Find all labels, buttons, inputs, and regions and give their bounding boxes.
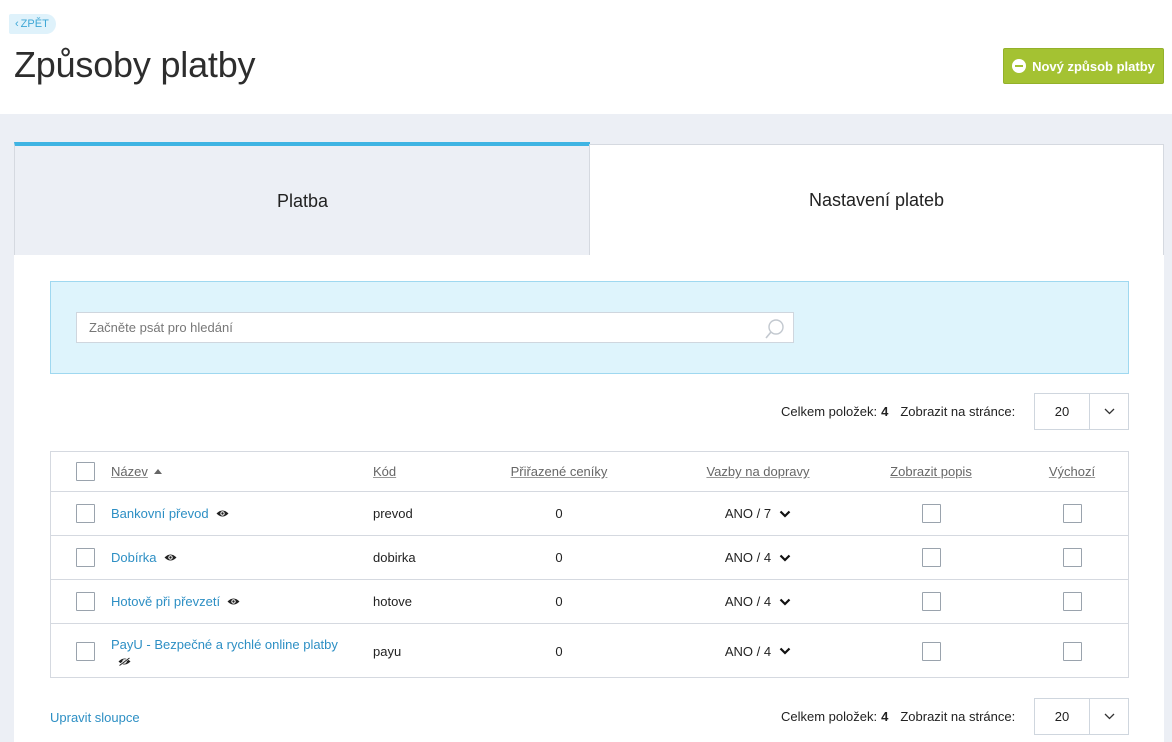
payment-code: hotove <box>373 594 413 609</box>
default-checkbox[interactable] <box>1062 641 1082 661</box>
edit-columns-link[interactable]: Upravit sloupce <box>50 710 140 725</box>
shipping-bindings-toggle[interactable]: ANO / 4 <box>683 536 833 579</box>
payment-methods-table: Název Kód Přiřazené ceníky Vazby na dopr… <box>50 451 1129 678</box>
chevron-down-icon <box>1089 699 1128 734</box>
new-payment-method-label: Nový způsob platby <box>1032 58 1155 74</box>
search-icon[interactable] <box>764 318 786 340</box>
shipping-bindings-value: ANO / 7 <box>724 506 772 521</box>
row-checkbox[interactable] <box>76 548 95 567</box>
payment-name-link[interactable]: Hotově při převzetí <box>111 594 220 609</box>
plus-circle-icon <box>1012 59 1027 73</box>
pricelists-count: 0 <box>555 506 563 521</box>
column-header-show-description[interactable]: Zobrazit popis <box>890 464 972 479</box>
column-header-shipping[interactable]: Vazby na dopravy <box>706 464 809 479</box>
pager-top: Celkem položek: 4 Zobrazit na stránce: <box>781 393 1015 430</box>
payment-code: dobirka <box>373 550 416 565</box>
chevron-down-icon <box>779 598 791 606</box>
payment-code: payu <box>373 643 402 659</box>
shipping-bindings-value: ANO / 4 <box>724 643 772 659</box>
table-header-row: Název Kód Přiřazené ceníky Vazby na dopr… <box>51 452 1128 492</box>
column-header-name[interactable]: Název <box>111 464 148 479</box>
tab-payment-label: Platba <box>276 190 329 211</box>
table-row: Hotově při převzetí hotove 0 ANO / 4 <box>51 580 1128 624</box>
pricelists-count: 0 <box>555 643 563 659</box>
eye-icon <box>227 598 240 605</box>
default-checkbox[interactable] <box>1062 548 1082 567</box>
row-checkbox[interactable] <box>76 592 95 611</box>
search-input[interactable] <box>76 312 794 343</box>
per-page-select[interactable]: 20 <box>1034 698 1129 735</box>
back-label: ZPĚT <box>20 18 49 30</box>
show-description-checkbox[interactable] <box>921 641 941 661</box>
per-page-label: Zobrazit na stránce: <box>900 404 1016 419</box>
new-payment-method-button[interactable]: Nový způsob platby <box>1003 48 1164 84</box>
column-header-code[interactable]: Kód <box>373 464 396 479</box>
eye-hidden-icon <box>118 656 131 666</box>
total-items-label: Celkem položek: <box>781 709 878 724</box>
per-page-select[interactable]: 20 <box>1034 393 1129 430</box>
per-page-label: Zobrazit na stránce: <box>900 709 1016 724</box>
default-checkbox[interactable] <box>1062 504 1082 523</box>
payment-code: prevod <box>373 506 413 521</box>
shipping-bindings-toggle[interactable]: ANO / 4 <box>683 624 833 678</box>
select-all-checkbox[interactable] <box>76 462 95 481</box>
pager-bottom: Celkem položek: 4 Zobrazit na stránce: <box>781 698 1015 735</box>
total-items-count: 4 <box>881 709 889 724</box>
show-description-checkbox[interactable] <box>921 592 941 611</box>
page-title: Způsoby platby <box>14 44 256 85</box>
shipping-bindings-toggle[interactable]: ANO / 4 <box>683 580 833 623</box>
tab-payment[interactable]: Platba <box>14 142 590 256</box>
shipping-bindings-toggle[interactable]: ANO / 7 <box>683 492 833 535</box>
chevron-down-icon <box>779 510 791 518</box>
chevron-down-icon <box>779 647 791 655</box>
show-description-checkbox[interactable] <box>921 504 941 523</box>
default-checkbox[interactable] <box>1062 592 1082 611</box>
table-row: Dobírka dobirka 0 ANO / 4 <box>51 536 1128 580</box>
chevron-down-icon <box>1089 394 1128 429</box>
tab-payment-settings-label: Nastavení plateb <box>808 189 945 210</box>
total-items-label: Celkem položek: <box>781 404 878 419</box>
payment-name-link[interactable]: Bankovní převod <box>111 506 209 521</box>
table-row: Bankovní převod prevod 0 ANO / 7 <box>51 492 1128 536</box>
pricelists-count: 0 <box>555 550 563 565</box>
shipping-bindings-value: ANO / 4 <box>724 594 772 609</box>
back-link[interactable]: ‹ ZPĚT <box>9 14 56 34</box>
column-header-pricelists[interactable]: Přiřazené ceníky <box>511 464 608 479</box>
per-page-value: 20 <box>1054 709 1070 724</box>
total-items-count: 4 <box>881 404 889 419</box>
chevron-down-icon <box>779 554 791 562</box>
eye-icon <box>164 554 177 561</box>
pricelists-count: 0 <box>555 594 563 609</box>
sort-ascending-icon <box>153 469 162 474</box>
row-checkbox[interactable] <box>76 641 95 661</box>
payment-name-link[interactable]: Dobírka <box>111 550 157 565</box>
row-checkbox[interactable] <box>76 504 95 523</box>
eye-icon <box>216 510 229 517</box>
payment-name-link[interactable]: PayU - Bezpečné a rychlé online platby <box>111 637 338 652</box>
shipping-bindings-value: ANO / 4 <box>724 550 772 565</box>
chevron-left-icon: ‹ <box>15 18 19 30</box>
column-header-default[interactable]: Výchozí <box>1049 464 1095 479</box>
per-page-value: 20 <box>1054 404 1070 419</box>
show-description-checkbox[interactable] <box>921 548 941 567</box>
tab-payment-settings[interactable]: Nastavení plateb <box>589 144 1164 256</box>
table-row: PayU - Bezpečné a rychlé online platby p… <box>51 624 1128 678</box>
